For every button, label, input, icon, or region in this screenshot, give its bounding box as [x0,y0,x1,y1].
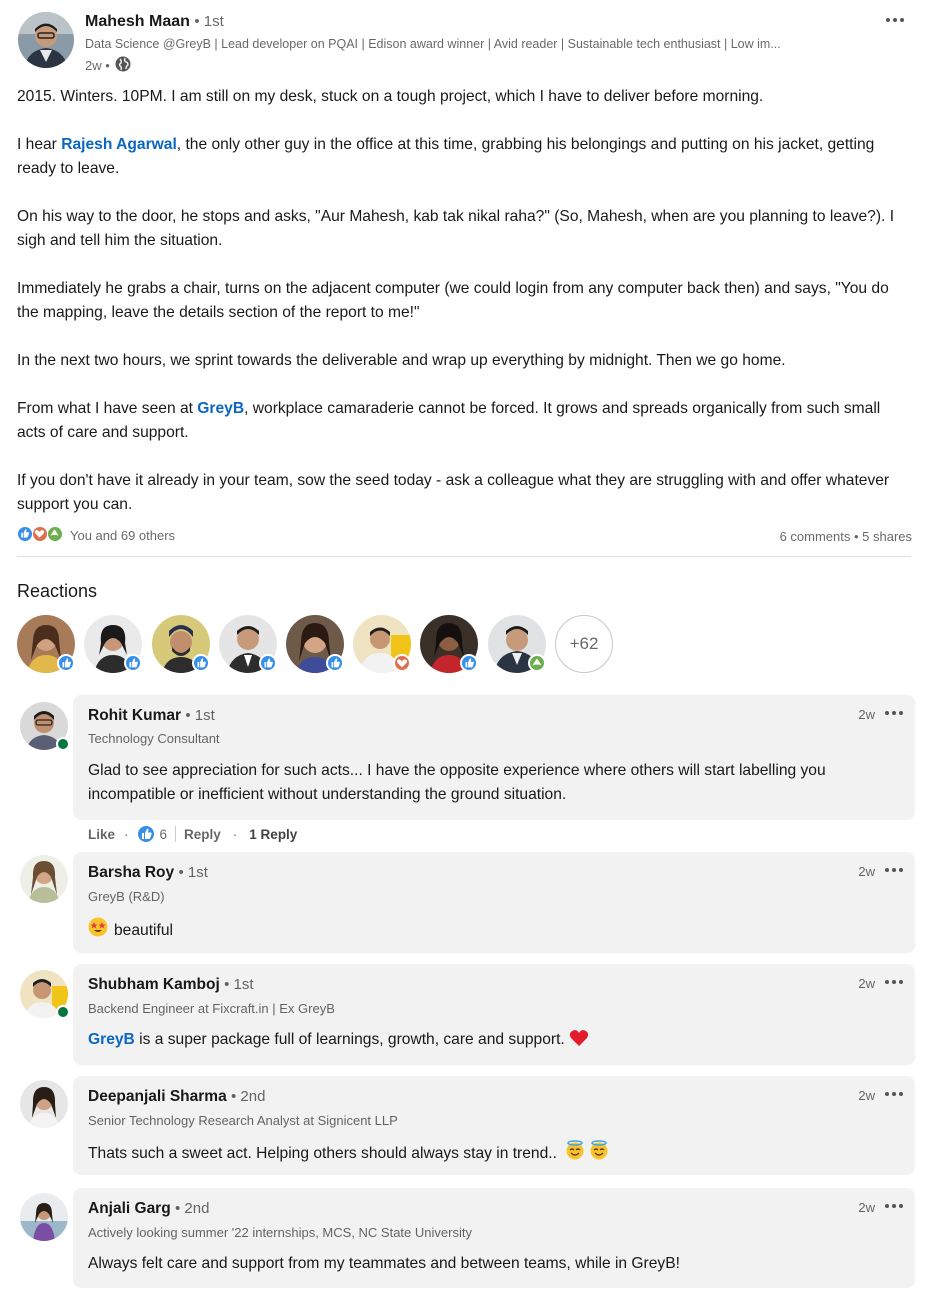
commenter-headline: GreyB (R&D) [88,889,165,904]
commenter-headline: Actively looking summer '22 internships,… [88,1225,472,1240]
author-avatar[interactable] [18,12,74,68]
like-icon [192,654,210,672]
like-button[interactable]: Like [88,827,115,842]
commenter-name-row: Rohit Kumar • 1st [88,707,215,725]
comment-text: Glad to see appreciation for such acts..… [88,762,826,803]
commenter-degree: • 1st [178,864,208,881]
separator: · [232,826,238,842]
post-paragraph: I hear Rajesh Agarwal, the only other gu… [17,136,875,177]
divider [17,556,911,557]
mention-link[interactable]: GreyB [88,1031,135,1048]
reactions-title: Reactions [17,581,98,601]
comment-more-options-icon[interactable] [885,980,903,984]
like-icon [57,654,75,672]
star-struck-emoji-icon [88,917,108,945]
author-name[interactable]: Mahesh Maan [85,13,190,30]
like-icon [124,654,142,672]
comment-time: 2w [858,1088,875,1103]
comment-more-options-icon[interactable] [885,711,903,715]
comment-actions: Like · 6 Reply · 1 Reply [88,826,297,842]
commenter-name-row: Barsha Roy • 1st [88,864,208,882]
post-paragraph: If you don't have it already in your tea… [17,472,890,513]
commenter-name[interactable]: Rohit Kumar [88,707,181,724]
like-icon [460,654,478,672]
comment: Rohit Kumar • 1st Technology Consultant … [73,695,915,820]
commenter-avatar[interactable] [20,1080,68,1128]
more-reactions-count: +62 [569,634,599,653]
post-paragraph: 2015. Winters. 10PM. I am still on my de… [17,88,764,105]
love-icon [32,526,48,542]
comment-text: Thats such a sweet act. Helping others s… [88,1145,557,1162]
more-reactions-button[interactable]: +62 [555,615,613,673]
comment-more-options-icon[interactable] [885,1092,903,1096]
love-icon [393,654,411,672]
commenter-degree: • 1st [185,707,215,724]
comment-time: 2w [858,1200,875,1215]
commenter-name[interactable]: Shubham Kamboj [88,976,220,993]
divider [175,826,177,842]
like-icon [17,526,33,542]
author-headline: Data Science @GreyB | Lead developer on … [85,37,781,51]
commenter-degree: • 2nd [175,1200,210,1217]
online-status-icon [56,1005,70,1019]
comment-more-options-icon[interactable] [885,1204,903,1208]
post-meta: 2w • [85,56,131,75]
comment-more-options-icon[interactable] [885,868,903,872]
comment: Anjali Garg • 2nd Actively looking summe… [73,1188,915,1288]
comment-text-row: Thats such a sweet act. Helping others s… [88,1140,888,1168]
author-name-row: Mahesh Maan • 1st [85,13,224,31]
commenter-headline: Senior Technology Research Analyst at Si… [88,1113,398,1128]
comment-time: 2w [858,707,875,722]
commenter-name-row: Anjali Garg • 2nd [88,1200,209,1218]
commenter-name[interactable]: Anjali Garg [88,1200,171,1217]
commenter-avatar[interactable] [20,855,68,903]
comments-shares-count[interactable]: 6 comments • 5 shares [780,529,912,544]
post-paragraph: From what I have seen at GreyB, workplac… [17,400,881,441]
post-paragraph: On his way to the door, he stops and ask… [17,208,895,249]
commenter-name[interactable]: Barsha Roy [88,864,174,881]
commenter-degree: • 2nd [231,1088,266,1105]
post-more-options-icon[interactable] [886,18,904,22]
commenter-avatar[interactable] [20,1193,68,1241]
comment: Barsha Roy • 1st GreyB (R&D) 2w beautifu… [73,852,915,953]
comment: Deepanjali Sharma • 2nd Senior Technolog… [73,1076,915,1175]
comment-text-row: GreyB is a super package full of learnin… [88,1028,888,1052]
globe-icon [115,56,131,75]
comment-like-count[interactable]: 6 [160,827,168,842]
post-paragraph: In the next two hours, we sprint towards… [17,352,786,369]
halo-smile-emoji-icon [589,1140,609,1168]
like-icon [326,654,344,672]
commenter-degree: • 1st [224,976,254,993]
like-icon [259,654,277,672]
replies-link[interactable]: 1 Reply [249,827,297,842]
comment-text-row: beautiful [88,917,888,945]
comment-text: is a super package full of learnings, gr… [134,1031,565,1048]
commenter-headline: Backend Engineer at Fixcraft.in | Ex Gre… [88,1001,335,1016]
halo-smile-emoji-icon [565,1140,585,1168]
reply-button[interactable]: Reply [184,827,221,842]
commenter-name-row: Deepanjali Sharma • 2nd [88,1088,265,1106]
comment: Shubham Kamboj • 1st Backend Engineer at… [73,964,915,1065]
separator: · [124,826,129,842]
post-paragraph: Immediately he grabs a chair, turns on t… [17,280,889,321]
author-degree: • 1st [194,13,224,30]
post-body: 2015. Winters. 10PM. I am still on my de… [17,85,902,541]
comment-text: beautiful [114,922,173,939]
commenter-headline: Technology Consultant [88,731,220,746]
comment-time: 2w [858,976,875,991]
support-icon [47,526,63,542]
commenter-name[interactable]: Deepanjali Sharma [88,1088,227,1105]
support-icon [528,654,546,672]
mention-link[interactable]: GreyB [197,400,244,417]
comment-text: Always felt care and support from my tea… [88,1255,680,1272]
reaction-icons[interactable] [17,526,69,544]
post-time: 2w • [85,58,110,73]
reactions-summary[interactable]: You and 69 others [70,528,175,543]
comment-time: 2w [858,864,875,879]
commenter-name-row: Shubham Kamboj • 1st [88,976,254,994]
like-icon [137,826,154,842]
heart-emoji-icon [569,1030,589,1048]
online-status-icon [56,737,70,751]
mention-link[interactable]: Rajesh Agarwal [61,136,177,153]
